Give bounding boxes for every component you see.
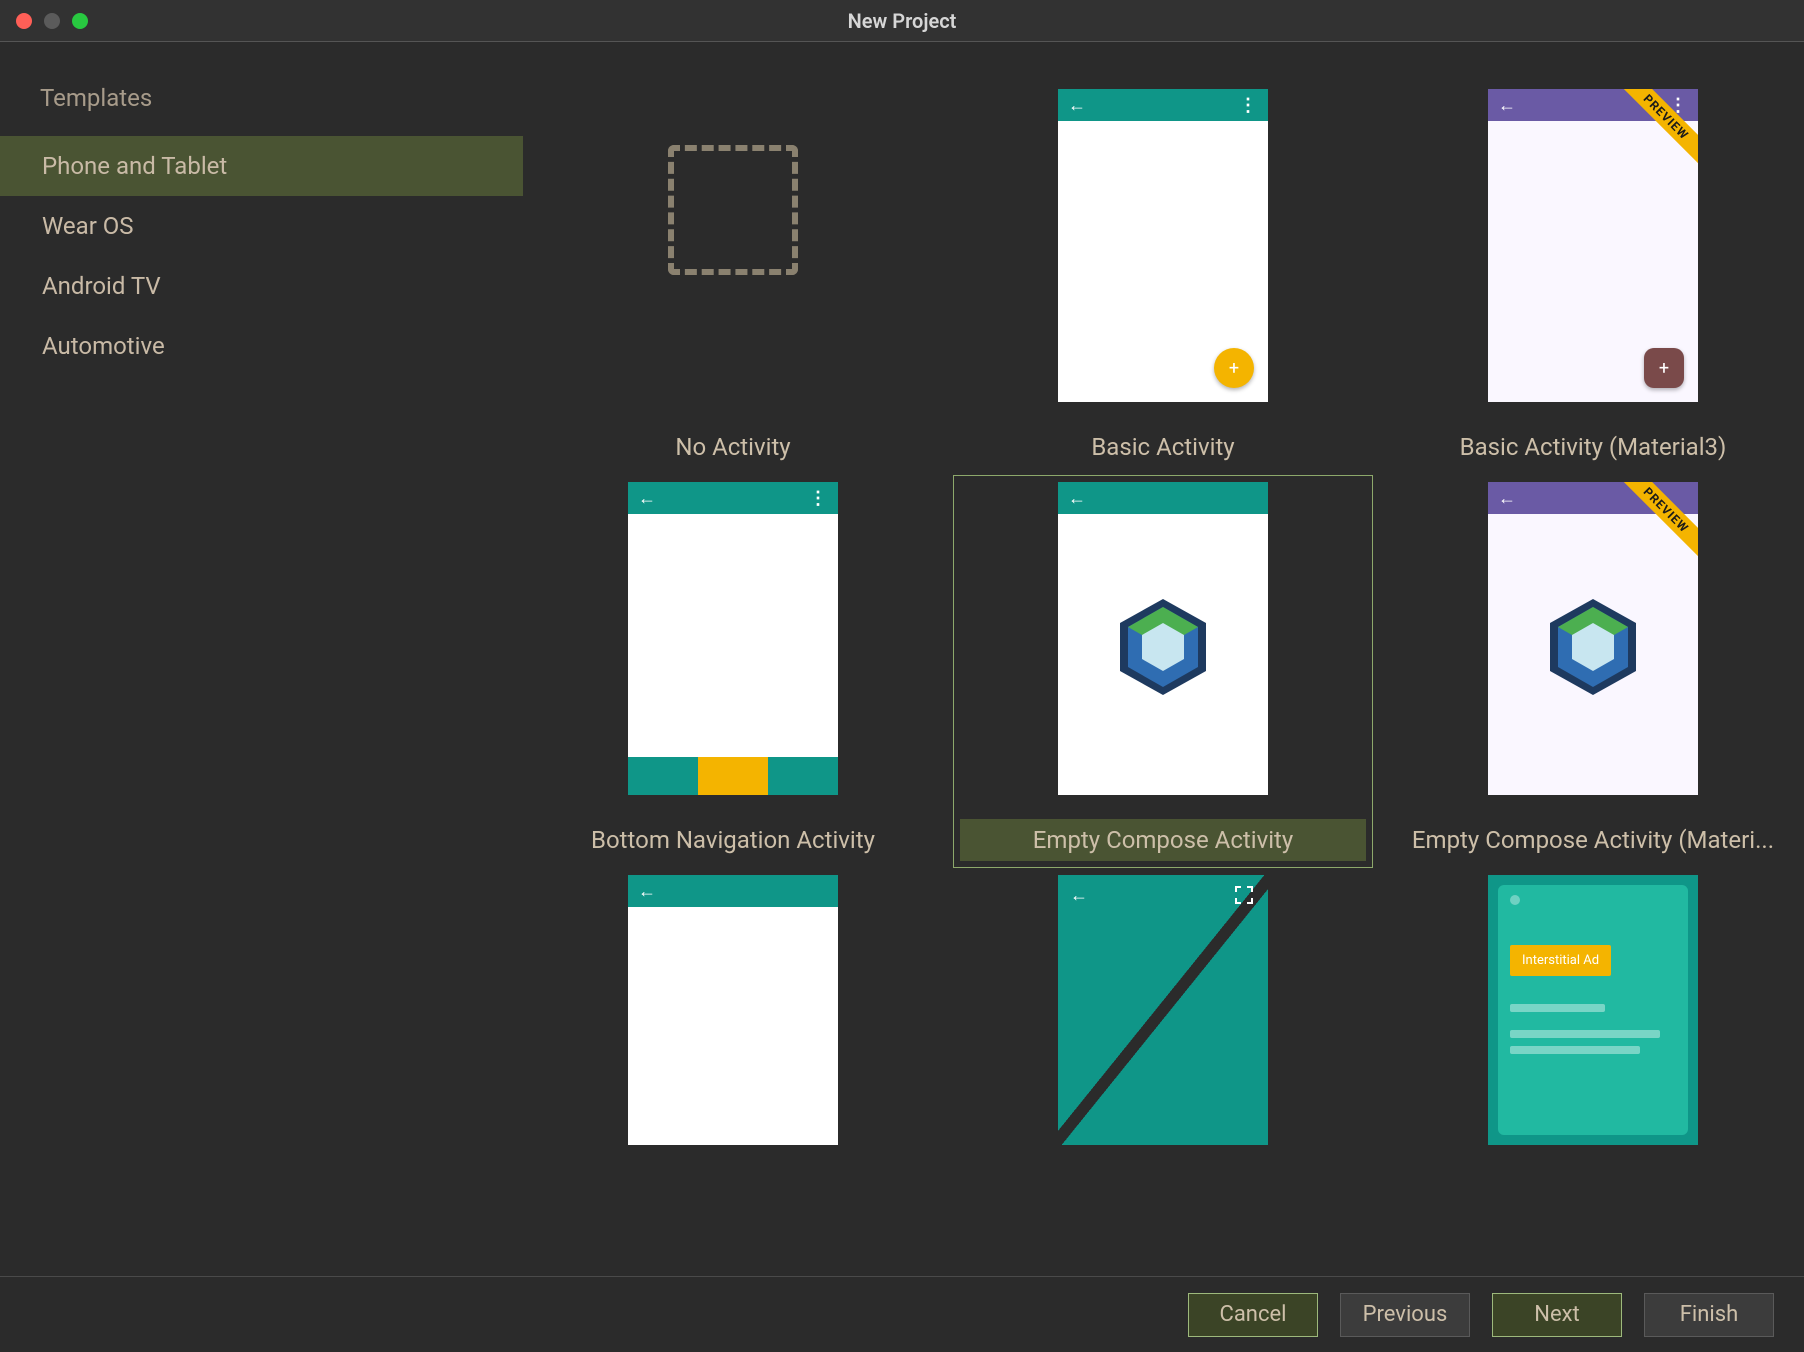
template-card-google-admob-ads[interactable]: Interstitial Ad: [1383, 868, 1803, 1152]
dashed-placeholder-icon: [668, 145, 798, 275]
bottom-nav-bar: [628, 757, 838, 795]
finish-button[interactable]: Finish: [1644, 1293, 1774, 1337]
diagonal-divider-icon: [1058, 875, 1268, 1145]
template-card-empty-activity[interactable]: ←: [523, 868, 943, 1152]
sidebar-item-label: Automotive: [42, 332, 165, 360]
next-button[interactable]: Next: [1492, 1293, 1622, 1337]
back-arrow-icon: ←: [1498, 95, 1516, 116]
fab-plus-icon: +: [1644, 348, 1684, 388]
button-label: Next: [1534, 1302, 1579, 1327]
appbar: ←: [628, 875, 838, 907]
previous-button[interactable]: Previous: [1340, 1293, 1470, 1337]
compose-logo-icon: [1550, 599, 1636, 699]
appbar: ← ⋮: [628, 482, 838, 514]
back-arrow-icon: ←: [638, 488, 656, 509]
template-thumbnail: ← ⋮: [628, 482, 838, 795]
template-thumbnail: ←: [1058, 482, 1268, 795]
template-label: Empty Compose Activity (Materi...: [1412, 826, 1774, 854]
appbar: ← ⋮: [1058, 89, 1268, 121]
sidebar-item-label: Android TV: [42, 272, 161, 300]
template-thumbnail: ←: [628, 875, 838, 1145]
sidebar-item-phone-tablet[interactable]: Phone and Tablet: [0, 136, 523, 196]
overflow-menu-icon: ⋮: [1239, 95, 1258, 116]
sidebar-heading: Templates: [0, 72, 523, 136]
zoom-window-button[interactable]: [72, 13, 88, 29]
close-window-button[interactable]: [16, 13, 32, 29]
template-thumbnail: ← PREVIEW: [1488, 482, 1698, 795]
template-label: Empty Compose Activity: [1033, 826, 1293, 854]
appbar: ←: [1058, 482, 1268, 514]
template-thumbnail: [628, 89, 838, 402]
template-card-basic-activity[interactable]: ← ⋮ + Basic Activity: [953, 82, 1373, 475]
new-project-dialog: New Project Templates Phone and Tablet W…: [0, 0, 1804, 1352]
sidebar-item-label: Wear OS: [42, 212, 134, 240]
window-controls: [0, 13, 88, 29]
dot-icon: [1510, 895, 1520, 905]
template-card-no-activity[interactable]: No Activity: [523, 82, 943, 475]
compose-logo-icon: [1120, 599, 1206, 699]
placeholder-line: [1510, 1030, 1660, 1038]
template-label: Basic Activity (Material3): [1460, 433, 1727, 461]
template-card-basic-activity-m3[interactable]: ← ⋮ PREVIEW + Basic Activity (Material3): [1383, 82, 1803, 475]
back-arrow-icon: ←: [1068, 488, 1086, 509]
cancel-button[interactable]: Cancel: [1188, 1293, 1318, 1337]
sidebar-item-automotive[interactable]: Automotive: [0, 316, 523, 376]
template-card-bottom-navigation[interactable]: ← ⋮ Bottom Navigation Activity: [523, 475, 943, 868]
fab-plus-icon: +: [1214, 348, 1254, 388]
back-arrow-icon: ←: [1498, 488, 1516, 509]
overflow-menu-icon: ⋮: [809, 488, 828, 509]
template-grid: No Activity ← ⋮ + Basic Activity: [523, 82, 1764, 1152]
template-card-empty-compose-m3[interactable]: ← PREVIEW Empty: [1383, 475, 1803, 868]
fullscreen-icon: [1234, 885, 1254, 910]
template-label: Basic Activity: [1091, 433, 1234, 461]
interstitial-ad-chip: Interstitial Ad: [1510, 945, 1611, 976]
template-label: Bottom Navigation Activity: [591, 826, 875, 854]
template-label: No Activity: [675, 433, 790, 461]
sidebar-item-wear-os[interactable]: Wear OS: [0, 196, 523, 256]
placeholder-line: [1510, 1046, 1640, 1054]
main-area: Templates Phone and Tablet Wear OS Andro…: [0, 42, 1804, 1276]
button-label: Finish: [1680, 1302, 1738, 1327]
sidebar-item-label: Phone and Tablet: [42, 152, 227, 180]
back-arrow-icon: ←: [1070, 885, 1088, 906]
minimize-window-button[interactable]: [44, 13, 60, 29]
template-grid-region: No Activity ← ⋮ + Basic Activity: [523, 42, 1804, 1276]
titlebar: New Project: [0, 0, 1804, 42]
template-thumbnail: ← ⋮ +: [1058, 89, 1268, 402]
back-arrow-icon: ←: [1068, 95, 1086, 116]
button-label: Previous: [1363, 1302, 1448, 1327]
template-card-fullscreen-activity[interactable]: ←: [953, 868, 1373, 1152]
template-thumbnail: Interstitial Ad: [1488, 875, 1698, 1145]
template-card-empty-compose[interactable]: ← Empty Compose Activity: [953, 475, 1373, 868]
sidebar: Templates Phone and Tablet Wear OS Andro…: [0, 42, 523, 1276]
placeholder-line: [1510, 1004, 1605, 1012]
window-title: New Project: [848, 9, 957, 33]
sidebar-item-android-tv[interactable]: Android TV: [0, 256, 523, 316]
dialog-footer: Cancel Previous Next Finish: [0, 1276, 1804, 1352]
button-label: Cancel: [1220, 1302, 1287, 1327]
back-arrow-icon: ←: [638, 881, 656, 902]
template-thumbnail: ← ⋮ PREVIEW +: [1488, 89, 1698, 402]
template-thumbnail: ←: [1058, 875, 1268, 1145]
